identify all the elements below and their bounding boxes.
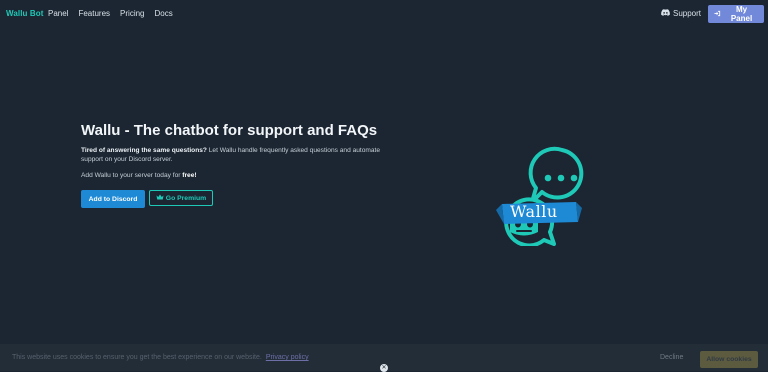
hero-cta-text: Add Wallu to your server today for free!	[81, 172, 197, 179]
nav-link-features[interactable]: Features	[78, 9, 110, 18]
brand-logo-link[interactable]: Wallu Bot	[6, 9, 44, 18]
hero-cta-free: free!	[182, 172, 197, 179]
my-panel-button[interactable]: My Panel	[708, 5, 764, 23]
nav-links: Panel Features Pricing Docs	[48, 9, 173, 18]
support-link[interactable]: Support	[661, 9, 701, 18]
cookie-message: This website uses cookies to ensure you …	[12, 354, 309, 361]
go-premium-label: Go Premium	[165, 194, 207, 202]
allow-cookies-button[interactable]: Allow cookies	[700, 351, 758, 368]
discord-icon	[661, 9, 670, 18]
my-panel-label: My Panel	[730, 5, 753, 23]
cookie-message-text: This website uses cookies to ensure you …	[12, 354, 262, 361]
hero-description-bold: Tired of answering the same questions?	[81, 147, 207, 154]
hero-title: Wallu - The chatbot for support and FAQs	[81, 122, 378, 139]
add-to-discord-button[interactable]: Add to Discord	[81, 190, 145, 208]
logo-banner-text: Wallu	[510, 202, 558, 221]
hero-cta-lead: Add Wallu to your server today for	[81, 172, 183, 179]
decline-cookies-button[interactable]: Decline	[660, 354, 683, 361]
support-label: Support	[673, 9, 702, 18]
nav-link-docs[interactable]: Docs	[155, 9, 173, 18]
nav-link-pricing[interactable]: Pricing	[120, 9, 144, 18]
navbar: Wallu Bot Panel Features Pricing Docs Su…	[0, 0, 768, 28]
crown-icon	[156, 194, 164, 202]
nav-link-panel[interactable]: Panel	[48, 9, 68, 18]
cookie-banner: This website uses cookies to ensure you …	[0, 344, 768, 372]
login-icon	[714, 10, 721, 19]
go-premium-button[interactable]: Go Premium	[149, 190, 213, 206]
wallu-logo: Wallu	[494, 144, 584, 248]
privacy-policy-link[interactable]: Privacy policy	[266, 354, 309, 361]
hero-description: Tired of answering the same questions? L…	[81, 146, 381, 164]
